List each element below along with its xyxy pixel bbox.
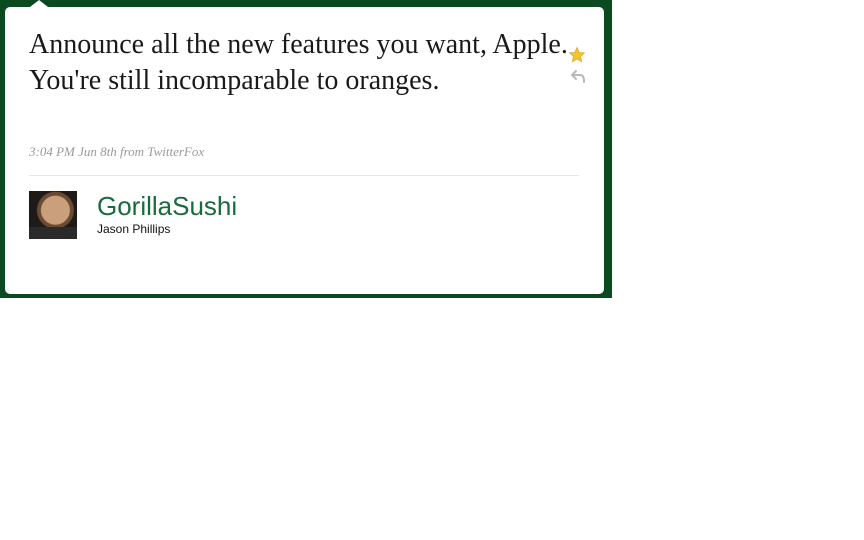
real-name: Jason Phillips (97, 222, 171, 236)
tweet-card: Announce all the new features you want, … (5, 7, 604, 294)
star-icon[interactable] (568, 46, 586, 64)
reply-icon[interactable] (570, 68, 586, 84)
avatar[interactable] (29, 191, 77, 239)
tweet-text: Announce all the new features you want, … (29, 29, 568, 96)
tweet-meta[interactable]: 3:04 PM Jun 8th from TwitterFox (29, 144, 204, 160)
speech-caret (30, 0, 48, 7)
username-link[interactable]: GorillaSushi (97, 191, 237, 222)
tweet-frame: Announce all the new features you want, … (0, 0, 612, 298)
divider (29, 175, 579, 176)
avatar-shirt (29, 227, 77, 239)
